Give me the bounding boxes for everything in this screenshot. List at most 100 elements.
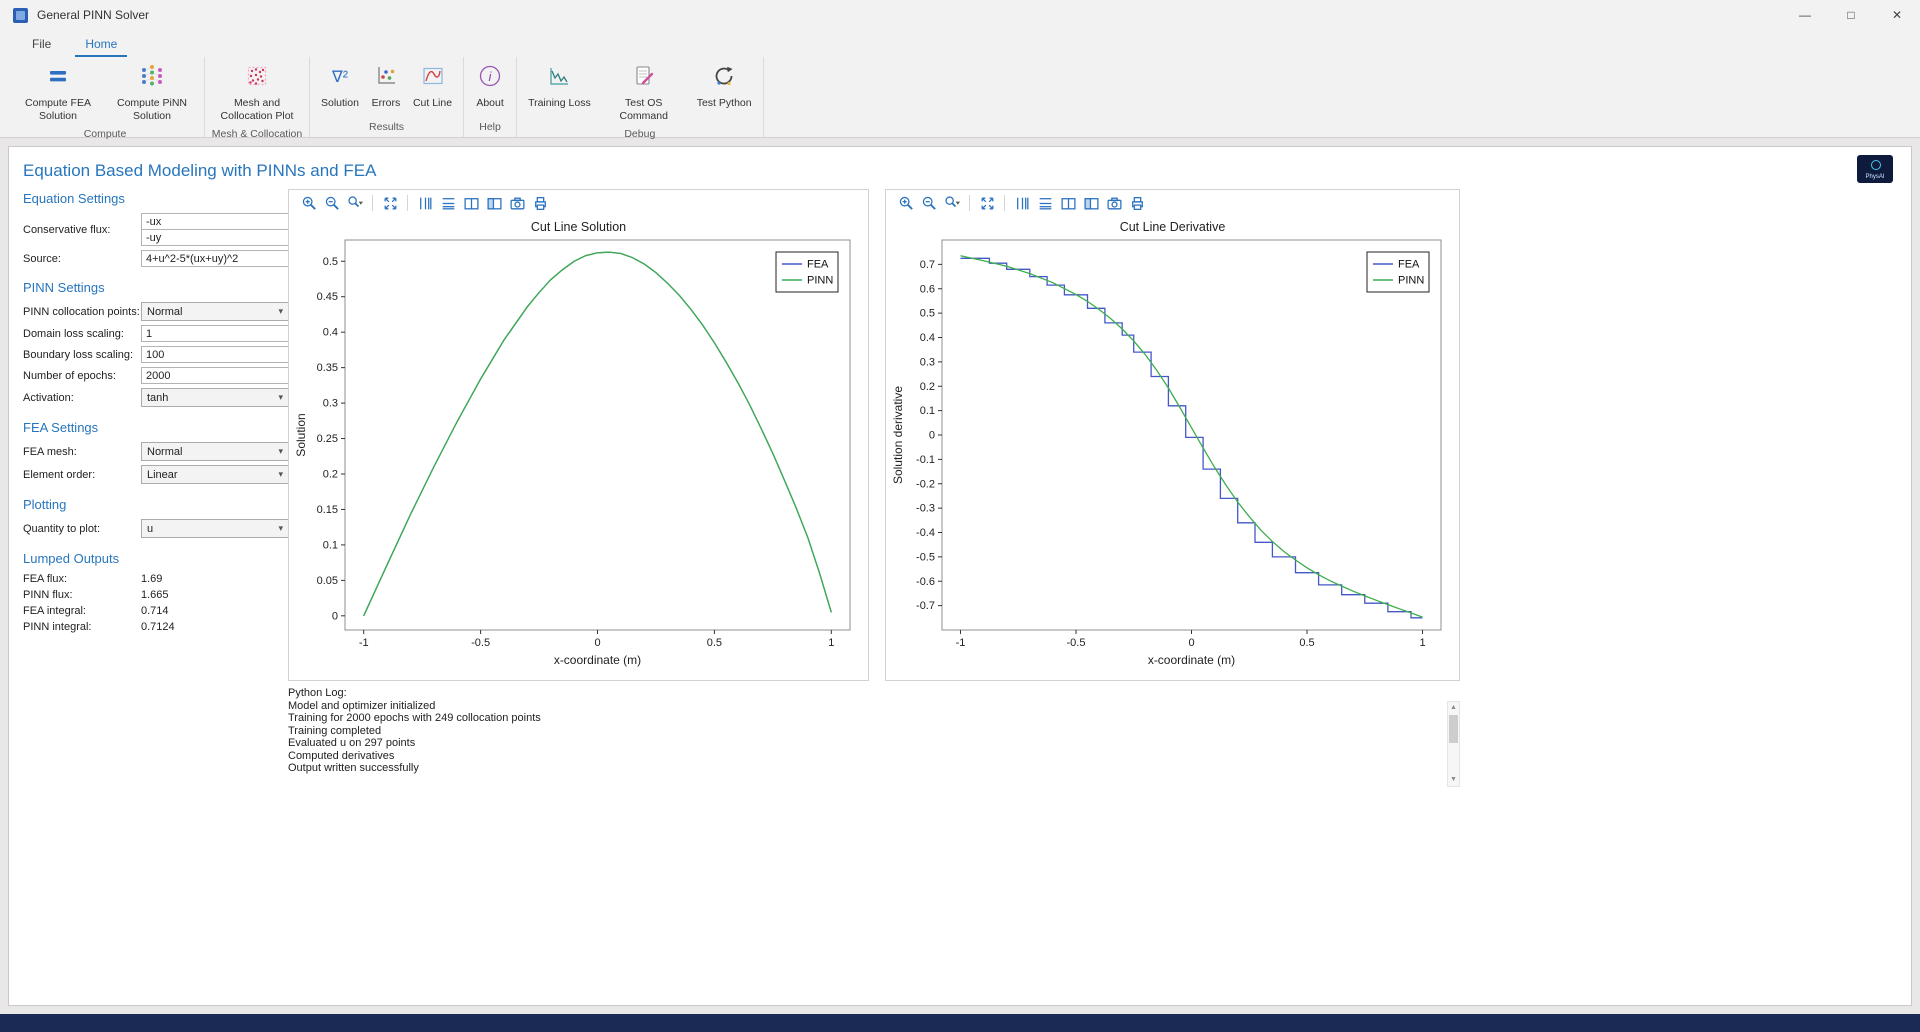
svg-text:0.4: 0.4 xyxy=(920,332,935,344)
svg-text:-0.5: -0.5 xyxy=(916,551,935,563)
zoom-extents-icon[interactable] xyxy=(380,193,400,213)
plot-properties-icon[interactable] xyxy=(1081,193,1101,213)
tab-home[interactable]: Home xyxy=(75,33,127,57)
derivative-chart[interactable]: -1-0.500.51-0.7-0.6-0.5-0.4-0.3-0.2-0.10… xyxy=(886,234,1459,675)
activation-dropdown[interactable]: tanh▾ xyxy=(141,388,289,407)
source-input[interactable] xyxy=(141,250,289,267)
ribbon-group-mesh-collocation: Mesh and Collocation PlotMesh & Collocat… xyxy=(205,57,310,137)
log-scrollbar[interactable]: ▲ ▼ xyxy=(1447,701,1460,787)
plot-properties-icon[interactable] xyxy=(484,193,504,213)
scroll-down-icon[interactable]: ▼ xyxy=(1448,774,1459,786)
svg-text:-0.3: -0.3 xyxy=(916,503,935,515)
svg-text:0.6: 0.6 xyxy=(920,283,935,295)
ribbon-button-label: Test Python xyxy=(697,97,752,110)
svg-text:-0.7: -0.7 xyxy=(916,600,935,612)
plotting-heading: Plotting xyxy=(23,497,289,512)
flux-x-input[interactable] xyxy=(141,213,289,230)
y-log-scale-icon[interactable] xyxy=(415,193,435,213)
svg-text:0.5: 0.5 xyxy=(323,256,338,268)
scroll-thumb[interactable] xyxy=(1449,715,1458,743)
solution-chart[interactable]: -1-0.500.5100.050.10.150.20.250.30.350.4… xyxy=(289,234,868,675)
page-title: Equation Based Modeling with PINNs and F… xyxy=(23,161,376,181)
source-row: Source: xyxy=(23,250,289,267)
mesh-plot-icon xyxy=(244,63,270,94)
test-os-command-button[interactable]: Test OS Command xyxy=(598,60,690,125)
snapshot-icon[interactable] xyxy=(1104,193,1124,213)
number-of-epochs-input[interactable] xyxy=(141,367,289,384)
svg-text:0.45: 0.45 xyxy=(317,291,338,303)
solution-button[interactable]: ∇²Solution xyxy=(316,60,364,113)
print-icon[interactable] xyxy=(530,193,550,213)
svg-text:i: i xyxy=(489,69,493,84)
svg-text:0.25: 0.25 xyxy=(317,433,338,445)
svg-text:0.3: 0.3 xyxy=(323,398,338,410)
element-order-dropdown[interactable]: Linear▾ xyxy=(141,465,289,484)
svg-text:-0.6: -0.6 xyxy=(916,576,935,588)
svg-text:-0.1: -0.1 xyxy=(916,454,935,466)
svg-text:Solution: Solution xyxy=(294,413,308,456)
python-log-area: Python Log: Model and optimizer initiali… xyxy=(288,687,1460,791)
pinn-flux-value: 1.665 xyxy=(141,589,289,601)
zoom-dropdown-icon[interactable] xyxy=(345,193,365,213)
ribbon-group-results: ∇²Solution Errors Cut LineResults xyxy=(310,57,464,137)
print-icon[interactable] xyxy=(1127,193,1147,213)
conservative-flux-label: Conservative flux: xyxy=(23,224,141,236)
flux-y-input[interactable] xyxy=(141,229,289,246)
conservative-flux-row: Conservative flux: xyxy=(23,213,289,246)
svg-text:0: 0 xyxy=(594,637,600,649)
minimize-button[interactable]: — xyxy=(1782,0,1828,30)
x-log-scale-icon[interactable] xyxy=(1035,193,1055,213)
compute-fea-solution-button[interactable]: Compute FEA Solution xyxy=(12,60,104,125)
field-label: FEA flux: xyxy=(23,573,141,585)
log-line: Training completed xyxy=(288,725,1460,737)
y-log-scale-icon[interactable] xyxy=(1012,193,1032,213)
domain-loss-scaling-input[interactable] xyxy=(141,325,289,342)
chevron-down-icon: ▾ xyxy=(278,469,283,480)
fea-mesh-dropdown[interactable]: Normal▾ xyxy=(141,442,289,461)
setting-row: Domain loss scaling: xyxy=(23,325,289,342)
ribbon-button-label: Errors xyxy=(372,97,401,110)
mesh-and-collocation-plot-button[interactable]: Mesh and Collocation Plot xyxy=(211,60,303,125)
svg-text:0.2: 0.2 xyxy=(323,469,338,481)
test-python-button[interactable]: Test Python xyxy=(692,60,757,113)
svg-text:-1: -1 xyxy=(956,637,966,649)
errors-button[interactable]: Errors xyxy=(366,60,406,113)
zoom-extents-icon[interactable] xyxy=(977,193,997,213)
zoom-in-icon[interactable] xyxy=(299,193,319,213)
setting-row: Quantity to plot:u▾ xyxy=(23,519,289,538)
dropdown-value: u xyxy=(147,523,153,535)
svg-text:0.3: 0.3 xyxy=(920,356,935,368)
main-panel: Equation Based Modeling with PINNs and F… xyxy=(8,146,1912,1006)
boundary-loss-scaling-input[interactable] xyxy=(141,346,289,363)
maximize-button[interactable]: □ xyxy=(1828,0,1874,30)
ribbon-button-label: Test OS Command xyxy=(603,97,685,122)
training-loss-button[interactable]: Training Loss xyxy=(523,60,596,113)
log-line: Model and optimizer initialized xyxy=(288,700,1460,712)
x-log-scale-icon[interactable] xyxy=(438,193,458,213)
toolbar-separator xyxy=(407,195,408,211)
split-view-icon[interactable] xyxy=(461,193,481,213)
compute-pinn-solution-button[interactable]: Compute PiNN Solution xyxy=(106,60,198,125)
quantity-to-plot-dropdown[interactable]: u▾ xyxy=(141,519,289,538)
chevron-down-icon: ▾ xyxy=(278,523,283,534)
field-label: Element order: xyxy=(23,469,141,481)
about-button[interactable]: iAbout xyxy=(470,60,510,113)
close-button[interactable]: ✕ xyxy=(1874,0,1920,30)
solution-chart-svg[interactable]: -1-0.500.5100.050.10.150.20.250.30.350.4… xyxy=(289,234,866,670)
derivative-chart-svg[interactable]: -1-0.500.51-0.7-0.6-0.5-0.4-0.3-0.2-0.10… xyxy=(886,234,1457,670)
svg-text:0: 0 xyxy=(1188,637,1194,649)
zoom-out-icon[interactable] xyxy=(322,193,342,213)
zoom-dropdown-icon[interactable] xyxy=(942,193,962,213)
zoom-in-icon[interactable] xyxy=(896,193,916,213)
derivative-plot-toolbar xyxy=(886,190,1459,216)
svg-text:0: 0 xyxy=(332,610,338,622)
pinn-collocation-points-dropdown[interactable]: Normal▾ xyxy=(141,302,289,321)
svg-text:1: 1 xyxy=(1419,637,1425,649)
cut-line-button[interactable]: Cut Line xyxy=(408,60,457,113)
log-line: Evaluated u on 297 points xyxy=(288,737,1460,749)
snapshot-icon[interactable] xyxy=(507,193,527,213)
zoom-out-icon[interactable] xyxy=(919,193,939,213)
split-view-icon[interactable] xyxy=(1058,193,1078,213)
tab-file[interactable]: File xyxy=(22,33,61,57)
scroll-up-icon[interactable]: ▲ xyxy=(1448,702,1459,714)
